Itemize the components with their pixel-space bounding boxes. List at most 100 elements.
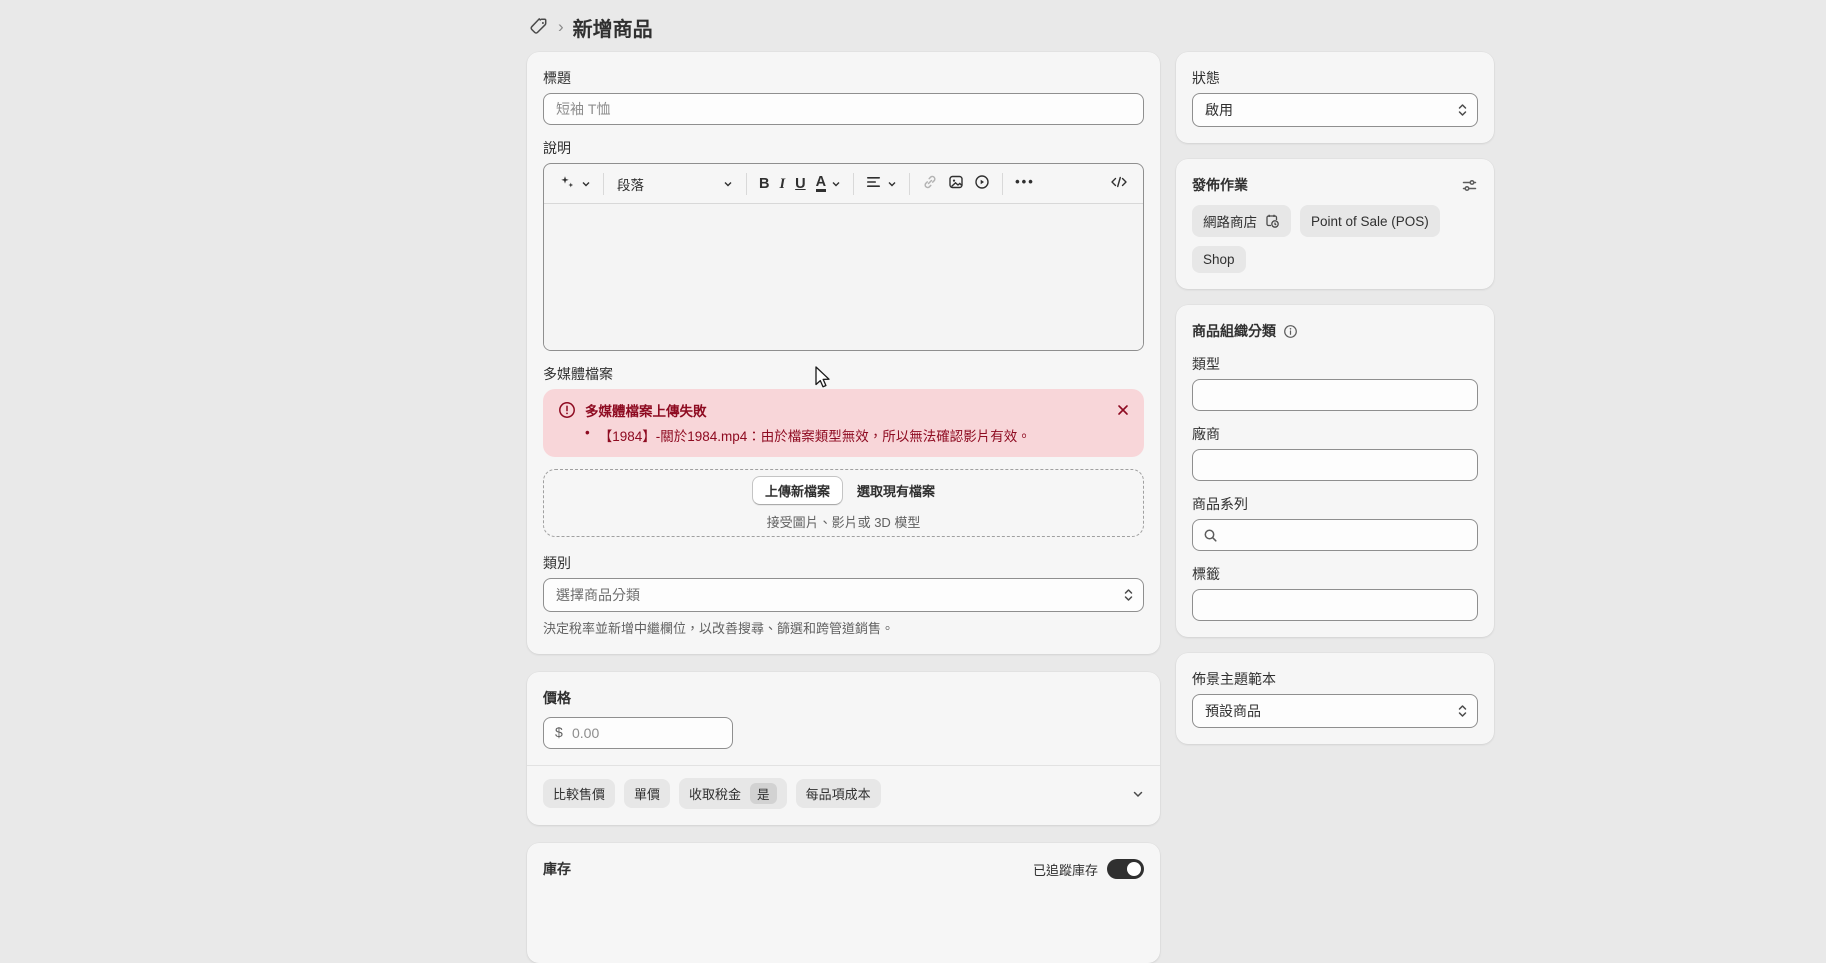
settings-sliders-icon[interactable] <box>1461 177 1478 194</box>
price-input[interactable] <box>543 717 733 749</box>
select-caret-icon <box>1457 102 1468 118</box>
ai-assistant-button[interactable] <box>554 170 596 198</box>
bold-icon: B <box>759 176 769 192</box>
inventory-title: 庫存 <box>543 859 571 879</box>
info-icon[interactable] <box>1283 324 1298 339</box>
category-label: 類別 <box>543 553 1144 573</box>
theme-template-card: 佈景主題範本 預設商品 <box>1176 653 1494 744</box>
status-card: 狀態 啟用 <box>1176 52 1494 143</box>
status-label: 狀態 <box>1192 68 1478 88</box>
media-upload-error-banner: 多媒體檔案上傳失敗 • 【1984】-關於1984.mp4：由於檔案類型無效，所… <box>543 389 1144 457</box>
description-editor-area[interactable] <box>544 204 1143 350</box>
vendor-label: 廠商 <box>1192 424 1478 444</box>
play-circle-icon <box>974 174 990 193</box>
underline-icon: U <box>795 176 805 192</box>
alignment-button[interactable] <box>861 171 902 196</box>
insert-link-button[interactable] <box>917 170 943 197</box>
insert-image-button[interactable] <box>943 170 969 197</box>
pricing-options-row: 比較售價 單價 收取稅金 是 每品項成本 <box>543 778 1144 809</box>
product-organization-card: 商品組織分類 類型 廠商 <box>1176 305 1494 637</box>
type-label: 類型 <box>1192 354 1478 374</box>
chip-label: 收取稅金 <box>689 784 741 803</box>
collections-search-input[interactable] <box>1192 519 1478 551</box>
media-label: 多媒體檔案 <box>543 364 1144 384</box>
rich-text-editor: 段落 B I U A <box>543 163 1144 351</box>
select-caret-icon <box>1123 587 1134 603</box>
underline-button[interactable]: U <box>790 172 810 196</box>
cost-per-item-chip[interactable]: 每品項成本 <box>796 779 881 808</box>
track-inventory-label: 已追蹤庫存 <box>1033 860 1098 879</box>
category-select-value: 選擇商品分類 <box>556 585 640 605</box>
toggle-knob <box>1127 862 1141 876</box>
tag-icon[interactable] <box>529 17 549 37</box>
tags-label: 標籤 <box>1192 564 1478 584</box>
italic-button[interactable]: I <box>774 172 790 196</box>
code-icon <box>1110 175 1128 192</box>
pricing-card: 價格 $ 比較售價 單價 收取稅金 是 <box>527 672 1160 825</box>
chip-label: 每品項成本 <box>806 784 871 803</box>
media-dropzone[interactable]: 上傳新檔案 選取現有檔案 接受圖片、影片或 3D 模型 <box>543 469 1144 537</box>
theme-template-value: 預設商品 <box>1205 701 1261 721</box>
toolbar-divider <box>1002 173 1003 195</box>
link-icon <box>922 174 938 193</box>
channel-name: Shop <box>1203 252 1235 267</box>
dropzone-hint: 接受圖片、影片或 3D 模型 <box>767 512 921 531</box>
text-color-button[interactable]: A <box>811 172 846 196</box>
channel-name: 網路商店 <box>1203 211 1257 231</box>
more-options-button[interactable]: ••• <box>1010 170 1040 197</box>
theme-template-label: 佈景主題範本 <box>1192 669 1478 689</box>
vendor-input[interactable] <box>1192 449 1478 481</box>
track-inventory-toggle[interactable] <box>1107 859 1144 879</box>
type-input[interactable] <box>1192 379 1478 411</box>
title-label: 標題 <box>543 68 1144 88</box>
more-icon: ••• <box>1015 174 1035 193</box>
channel-shop-chip[interactable]: Shop <box>1192 246 1246 273</box>
product-form-card: 標題 說明 <box>527 52 1160 654</box>
upload-new-file-button[interactable]: 上傳新檔案 <box>752 476 843 505</box>
charge-tax-chip[interactable]: 收取稅金 是 <box>679 778 787 809</box>
toolbar-divider <box>909 173 910 195</box>
toolbar-divider <box>853 173 854 195</box>
text-color-icon: A <box>816 176 826 192</box>
editor-toolbar: 段落 B I U A <box>544 164 1143 204</box>
select-caret-icon <box>1457 703 1468 719</box>
status-select[interactable]: 啟用 <box>1192 93 1478 127</box>
align-icon <box>866 175 882 192</box>
collections-label: 商品系列 <box>1192 494 1478 514</box>
page-title: 新增商品 <box>573 13 653 42</box>
italic-icon: I <box>779 176 785 192</box>
channel-pos-chip[interactable]: Point of Sale (POS) <box>1300 205 1440 237</box>
divider <box>527 765 1160 766</box>
error-list-item: • 【1984】-關於1984.mp4：由於檔案類型無效，所以無法確認影片有效。 <box>557 425 1130 445</box>
tags-input[interactable] <box>1192 589 1478 621</box>
channel-online-store-chip[interactable]: 網路商店 <box>1192 205 1291 237</box>
insert-video-button[interactable] <box>969 170 995 197</box>
toolbar-divider <box>746 173 747 195</box>
bold-button[interactable]: B <box>754 172 774 196</box>
breadcrumb: › 新增商品 <box>527 12 1494 42</box>
description-label: 說明 <box>543 138 1144 158</box>
chevron-down-icon <box>723 176 733 192</box>
unit-price-chip[interactable]: 單價 <box>624 779 670 808</box>
close-icon[interactable] <box>1116 403 1130 417</box>
paragraph-style-select[interactable]: 段落 <box>611 170 739 198</box>
compare-at-price-chip[interactable]: 比較售價 <box>543 779 615 808</box>
breadcrumb-separator: › <box>558 18 564 37</box>
show-html-button[interactable] <box>1105 171 1133 196</box>
charge-tax-value-badge: 是 <box>750 783 777 804</box>
select-existing-file-button[interactable]: 選取現有檔案 <box>857 481 935 500</box>
alert-circle-icon <box>557 400 577 420</box>
publishing-title: 發佈作業 <box>1192 175 1248 195</box>
bullet: • <box>585 425 590 445</box>
error-item-text: 【1984】-關於1984.mp4：由於檔案類型無效，所以無法確認影片有效。 <box>599 425 1031 445</box>
category-select[interactable]: 選擇商品分類 <box>543 578 1144 612</box>
collapse-pricing-chevron[interactable] <box>1132 788 1144 800</box>
chip-label: 比較售價 <box>553 784 605 803</box>
sales-channels: 網路商店 Point of Sale (POS) <box>1192 205 1478 273</box>
chevron-down-icon <box>831 176 841 192</box>
page: › 新增商品 標題 說明 <box>527 12 1494 963</box>
status-select-value: 啟用 <box>1205 100 1233 120</box>
sparkles-icon <box>559 174 576 194</box>
title-input[interactable] <box>543 93 1144 125</box>
theme-template-select[interactable]: 預設商品 <box>1192 694 1478 728</box>
